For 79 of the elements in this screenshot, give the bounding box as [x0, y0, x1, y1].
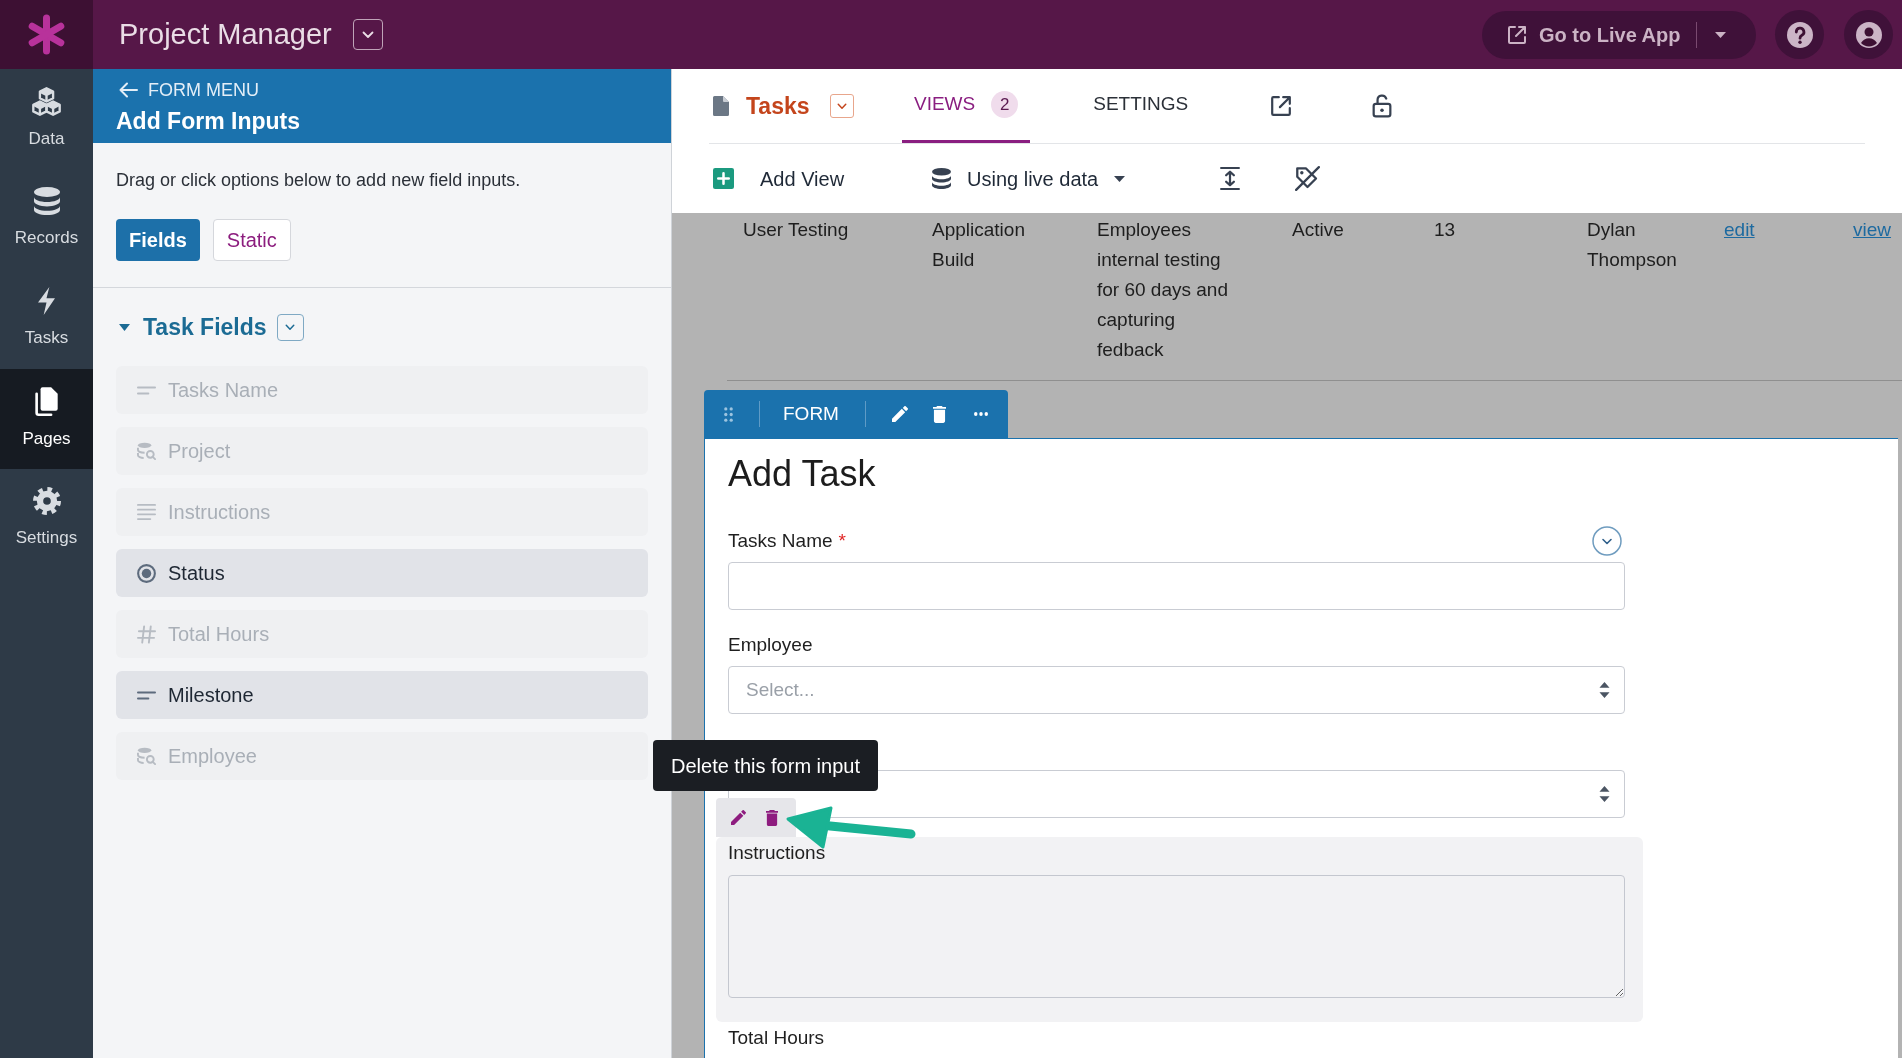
- table-cell: Application Build: [932, 219, 1025, 270]
- nav-item[interactable]: Settings: [0, 469, 93, 569]
- trash-icon[interactable]: [932, 405, 946, 423]
- vertical-expand-icon[interactable]: [1220, 167, 1240, 190]
- external-link-icon: [1507, 24, 1527, 45]
- text-input[interactable]: [728, 562, 1625, 610]
- table-cell: Dylan Thompson: [1587, 219, 1677, 270]
- toolbar-label: FORM: [783, 401, 839, 426]
- caret-icon[interactable]: [119, 323, 130, 331]
- data-source-button[interactable]: Using live data: [932, 163, 1220, 194]
- profile-button[interactable]: [1844, 10, 1893, 59]
- bolt-icon: [38, 287, 55, 316]
- field-label: Tasks Name: [728, 528, 833, 553]
- more-icon[interactable]: [973, 412, 988, 416]
- nav-item[interactable]: Pages: [0, 369, 93, 469]
- external-link-icon[interactable]: [1270, 95, 1293, 117]
- trash-icon[interactable]: [766, 809, 778, 826]
- chevron-down-icon: [285, 323, 296, 331]
- database-search-icon: [137, 441, 156, 461]
- lines-icon: [137, 385, 156, 395]
- panel-tab[interactable]: Static: [212, 219, 291, 261]
- asterisk-logo-icon[interactable]: [0, 0, 93, 69]
- plus-square-icon: [713, 168, 734, 189]
- lock-icon[interactable]: [1372, 94, 1393, 118]
- count-badge: 2: [991, 91, 1019, 118]
- pages-icon: [34, 386, 59, 417]
- radio-icon: [137, 563, 156, 583]
- lines-icon: [137, 690, 156, 700]
- file-icon: [713, 96, 729, 116]
- sort-arrows-icon: [1599, 682, 1610, 698]
- table-cell: Employees internal testing for 60 days and capturing fedback: [1097, 219, 1228, 360]
- table-cell: User Testing: [743, 219, 849, 240]
- app-title: Project Manager: [119, 16, 332, 52]
- field-option[interactable]: Status: [116, 549, 648, 597]
- field-label: Instructions: [728, 840, 826, 865]
- drag-handle-icon[interactable]: [724, 406, 733, 422]
- database-icon: [33, 187, 60, 216]
- help-button[interactable]: [1775, 10, 1824, 59]
- panel-title: Add Form Inputs: [116, 107, 301, 136]
- group-title: Task Fields: [143, 312, 267, 342]
- user-icon: [1855, 21, 1882, 48]
- pencil-icon[interactable]: [731, 810, 746, 825]
- chevron-down-icon: [361, 30, 374, 39]
- page-title: Tasks: [746, 91, 810, 121]
- caret-down-icon: [1715, 31, 1726, 38]
- nav-item[interactable]: Data: [0, 69, 93, 169]
- tag-slash-icon[interactable]: [1295, 166, 1320, 191]
- nav-item[interactable]: Records: [0, 169, 93, 269]
- hash-icon: [137, 624, 156, 644]
- textarea-field[interactable]: [728, 875, 1625, 998]
- panel-tab[interactable]: Fields: [116, 219, 200, 261]
- database-icon: [932, 168, 951, 189]
- chevron-circle-icon[interactable]: [1592, 526, 1622, 556]
- arrow-left-icon: [119, 82, 138, 98]
- help-icon: [1786, 21, 1813, 48]
- live-app-button[interactable]: Go to Live App: [1482, 10, 1756, 59]
- cubes-icon: [32, 86, 61, 116]
- sort-arrows-icon: [1599, 786, 1610, 802]
- nav-item[interactable]: Tasks: [0, 269, 93, 369]
- caret-down-icon: [1114, 175, 1126, 182]
- dropdown-button[interactable]: [352, 19, 383, 50]
- field-label: Total Hours: [728, 1025, 825, 1050]
- chevron-down-icon: [836, 102, 847, 110]
- required-mark: *: [838, 528, 846, 553]
- back-link[interactable]: FORM MENU: [116, 78, 259, 102]
- form-title: Add Task: [728, 452, 877, 496]
- pencil-icon[interactable]: [891, 406, 908, 422]
- table-cell: 13: [1434, 219, 1456, 240]
- paragraph-icon: [137, 503, 156, 521]
- tooltip: Delete this form input: [653, 740, 878, 791]
- table-cell: Active: [1292, 219, 1344, 240]
- description-text: Drag or click options below to add new field inputs.: [116, 169, 522, 192]
- add-view-button[interactable]: Add View: [713, 163, 932, 194]
- page-tab[interactable]: VIEWS 2: [902, 69, 1031, 143]
- gear-icon: [32, 487, 61, 516]
- database-search-icon: [137, 746, 156, 766]
- field-option[interactable]: Milestone: [116, 671, 648, 719]
- field-label: Employee: [728, 632, 813, 657]
- page-tab[interactable]: SETTINGS: [1081, 69, 1201, 143]
